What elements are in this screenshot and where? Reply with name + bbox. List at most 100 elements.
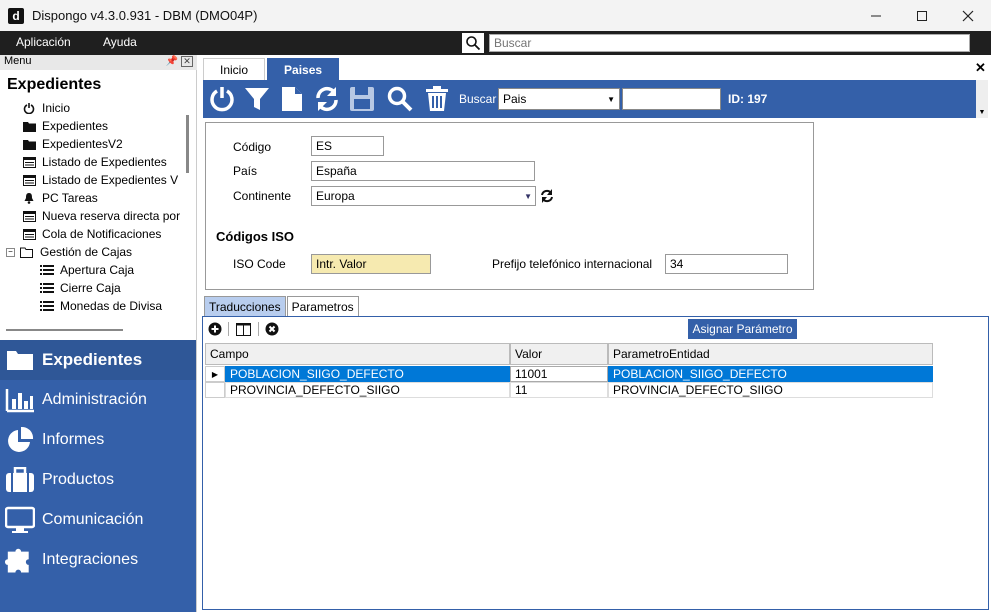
tree-item-label: Expedientes (42, 119, 109, 133)
assign-parameter-button[interactable]: Asignar Parámetro (688, 319, 797, 339)
tree-item-pc-tareas[interactable]: PC Tareas (0, 189, 186, 207)
close-panel-icon[interactable]: ✕ (181, 56, 193, 67)
record-toolbar: Buscar Pais ▼ ID: 197 (203, 80, 976, 118)
prefijo-input[interactable]: 34 (665, 254, 788, 274)
pin-icon[interactable]: 📌 (166, 56, 178, 67)
dropdown-arrow-icon: ▼ (607, 95, 615, 104)
refresh-icon[interactable] (313, 85, 341, 113)
tree-item-cierre-caja[interactable]: Cierre Caja (0, 279, 186, 297)
tree-item-listado-expedientes-v[interactable]: Listado de Expedientes V (0, 171, 186, 189)
tree-item-label: ExpedientesV2 (42, 137, 123, 151)
search-field-value: Pais (503, 92, 527, 106)
tree-vertical-scrollbar[interactable] (186, 115, 189, 173)
table-cell-parametro-entidad[interactable]: PROVINCIA_DEFECTO_SIIGO (608, 382, 933, 398)
tree-item-expedientes[interactable]: Expedientes (0, 117, 186, 135)
current-row-indicator-icon[interactable]: ▶ (205, 366, 225, 382)
column-header-valor[interactable]: Valor (510, 343, 608, 365)
nav-productos[interactable]: Productos (0, 460, 196, 500)
title-bar: d Dispongo v4.3.0.931 - DBM (DMO04P) (0, 0, 991, 31)
list-icon (40, 299, 54, 313)
toolbar-divider (228, 322, 229, 336)
tree-item-gestion-cajas[interactable]: − Gestión de Cajas (0, 243, 186, 261)
tab-traducciones[interactable]: Traducciones (204, 296, 286, 316)
search-field-select[interactable]: Pais ▼ (498, 88, 620, 110)
continente-value: Europa (316, 189, 355, 203)
tab-paises[interactable]: Paises (267, 58, 340, 80)
suitcase-icon (4, 464, 36, 496)
nav-integraciones[interactable]: Integraciones (0, 540, 196, 580)
nav-expedientes[interactable]: Expedientes (0, 340, 196, 380)
list-icon (22, 209, 36, 223)
tree-item-cola-notificaciones[interactable]: Cola de Notificaciones (0, 225, 186, 243)
table-cell-parametro-entidad[interactable]: POBLACION_SIIGO_DEFECTO (608, 366, 933, 382)
tree-horizontal-scrollbar[interactable] (6, 329, 123, 331)
list-icon (22, 155, 36, 169)
tree-item-listado-expedientes[interactable]: Listado de Expedientes (0, 153, 186, 171)
maximize-button[interactable] (899, 0, 945, 31)
continente-select[interactable]: Europa ▼ (311, 186, 536, 206)
tree-item-nueva-reserva[interactable]: Nueva reserva directa por (0, 207, 186, 225)
column-header-campo[interactable]: Campo (205, 343, 510, 365)
nav-informes[interactable]: Informes (0, 420, 196, 460)
left-panel: Menu 📌 ✕ Expedientes Inicio Expedientes … (0, 55, 197, 612)
refresh-icon[interactable] (540, 189, 554, 206)
menu-panel-label: Menu (4, 55, 32, 67)
table-cell-campo[interactable]: PROVINCIA_DEFECTO_SIIGO (225, 382, 510, 398)
tree-item-inicio[interactable]: Inicio (0, 99, 186, 117)
minimize-button[interactable] (853, 0, 899, 31)
tree-item-label: Monedas de Divisa (60, 299, 163, 313)
table-cell-campo[interactable]: POBLACION_SIIGO_DEFECTO (225, 366, 510, 382)
column-header-parametro-entidad[interactable]: ParametroEntidad (608, 343, 933, 365)
global-search-input[interactable] (489, 34, 970, 52)
tree-item-label: Listado de Expedientes V (42, 173, 179, 187)
prefijo-label: Prefijo telefónico internacional (492, 257, 653, 271)
collapse-toggle-icon[interactable]: − (6, 247, 15, 257)
save-icon[interactable] (348, 85, 376, 113)
nav-administracion[interactable]: Administración (0, 380, 196, 420)
search-button[interactable] (462, 33, 484, 53)
parameters-panel: Asignar Parámetro Campo Valor ParametroE… (202, 316, 989, 610)
close-tab-icon[interactable]: ✕ (975, 60, 986, 76)
close-window-button[interactable] (945, 0, 991, 31)
dropdown-arrow-icon: ▼ (524, 192, 532, 201)
iso-section-title: Códigos ISO (216, 229, 294, 244)
tab-parametros[interactable]: Parametros (286, 296, 359, 316)
remove-icon[interactable] (264, 321, 280, 337)
menu-ayuda[interactable]: Ayuda (103, 35, 137, 49)
delete-icon[interactable] (423, 85, 451, 113)
tree-item-expedientesv2[interactable]: ExpedientesV2 (0, 135, 186, 153)
search-label: Buscar (459, 92, 497, 106)
power-icon[interactable] (208, 85, 236, 113)
toolbar-scroll-arrow[interactable]: ▼ (976, 80, 988, 118)
menu-aplicacion[interactable]: Aplicación (16, 35, 71, 49)
nav-comunicacion[interactable]: Comunicación (0, 500, 196, 540)
tree-item-label: Inicio (42, 101, 71, 115)
record-id: ID: 197 (728, 92, 768, 106)
new-document-icon[interactable] (278, 85, 306, 113)
add-icon[interactable] (207, 321, 223, 337)
document-tabs: Inicio Paises (203, 58, 341, 80)
tab-inicio[interactable]: Inicio (203, 58, 266, 80)
list-icon (22, 173, 36, 187)
row-header[interactable] (205, 382, 225, 398)
iso-code-input[interactable]: Intr. Valor (311, 254, 431, 274)
filter-icon[interactable] (243, 85, 271, 113)
tree-item-apertura-caja[interactable]: Apertura Caja (0, 261, 186, 279)
power-icon (22, 101, 36, 115)
folder-open-icon (20, 245, 34, 259)
table-cell-valor[interactable]: 11001 (510, 366, 608, 382)
codigo-input[interactable]: ES (311, 136, 384, 156)
app-logo: d (8, 7, 24, 24)
columns-icon[interactable] (235, 321, 251, 337)
search-icon[interactable] (386, 85, 414, 113)
menu-bar: Aplicación Ayuda (0, 31, 991, 55)
nav-label: Informes (42, 431, 105, 448)
search-value-input[interactable] (622, 88, 721, 110)
tree-item-label: Nueva reserva directa por (42, 209, 181, 223)
close-icon (962, 10, 974, 21)
table-cell-valor[interactable]: 11 (510, 382, 608, 398)
panel-title: Expedientes (7, 76, 102, 93)
pais-input[interactable]: España (311, 161, 535, 181)
tree-item-monedas-divisa[interactable]: Monedas de Divisa (0, 297, 186, 315)
nav-label: Comunicación (42, 511, 144, 528)
